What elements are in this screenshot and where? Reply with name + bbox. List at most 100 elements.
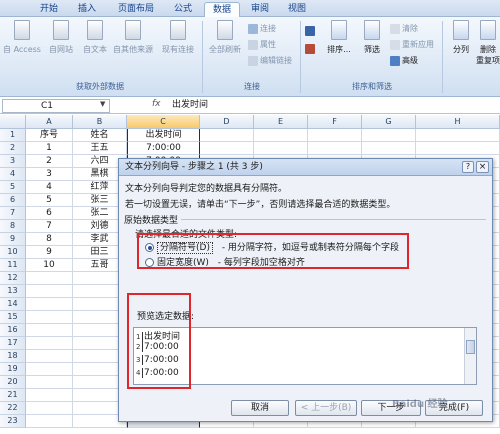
grid-cell[interactable] — [26, 311, 73, 324]
grid-cell[interactable] — [26, 298, 73, 311]
grid-cell[interactable]: 7 — [26, 220, 73, 233]
column-header[interactable]: D — [200, 115, 254, 129]
filter-button[interactable]: 筛选 — [357, 20, 387, 55]
grid-cell[interactable] — [416, 129, 500, 142]
row-header[interactable]: 5 — [0, 181, 26, 194]
grid-cell[interactable] — [362, 129, 416, 142]
grid-cell[interactable] — [416, 142, 500, 155]
row-header[interactable]: 10 — [0, 246, 26, 259]
grid-cell[interactable] — [26, 285, 73, 298]
from-web-button[interactable]: 自网站 — [44, 20, 78, 55]
row-header[interactable]: 16 — [0, 324, 26, 337]
grid-cell[interactable]: 9 — [26, 246, 73, 259]
existing-connections-button[interactable]: 现有连接 — [158, 20, 198, 55]
tab-page-layout[interactable]: 页面布局 — [110, 2, 162, 17]
grid-cell[interactable] — [200, 142, 254, 155]
tab-view[interactable]: 视图 — [282, 2, 312, 17]
formula-input[interactable]: 出发时间 — [172, 99, 208, 111]
row-header[interactable]: 2 — [0, 142, 26, 155]
grid-cell[interactable]: 10 — [26, 259, 73, 272]
scrollbar-thumb[interactable] — [466, 340, 475, 354]
tab-home[interactable]: 开始 — [34, 2, 64, 17]
grid-cell[interactable]: 2 — [26, 155, 73, 168]
row-header[interactable]: 21 — [0, 389, 26, 402]
row-header[interactable]: 8 — [0, 220, 26, 233]
row-header[interactable]: 4 — [0, 168, 26, 181]
sort-az-button[interactable] — [305, 25, 317, 37]
grid-cell[interactable]: 序号 — [26, 129, 73, 142]
grid-cell[interactable] — [26, 415, 73, 428]
sort-button[interactable]: 排序... — [322, 20, 356, 55]
grid-cell[interactable]: 5 — [26, 194, 73, 207]
grid-cell[interactable]: 4 — [26, 181, 73, 194]
grid-cell[interactable]: 8 — [26, 233, 73, 246]
text-to-columns-button[interactable]: 分列 — [447, 20, 475, 55]
row-header[interactable]: 14 — [0, 298, 26, 311]
row-header[interactable]: 15 — [0, 311, 26, 324]
reapply-button[interactable]: 重新应用 — [390, 39, 434, 51]
row-header[interactable]: 20 — [0, 376, 26, 389]
row-header[interactable]: 13 — [0, 285, 26, 298]
column-header[interactable]: B — [73, 115, 127, 129]
grid-cell[interactable] — [26, 402, 73, 415]
clear-button[interactable]: 清除 — [390, 23, 418, 35]
grid-cell[interactable] — [26, 337, 73, 350]
row-header[interactable]: 23 — [0, 415, 26, 428]
from-text-button[interactable]: 自文本 — [80, 20, 110, 55]
row-header[interactable]: 3 — [0, 155, 26, 168]
grid-cell[interactable]: 6 — [26, 207, 73, 220]
close-button[interactable]: × — [476, 161, 489, 173]
grid-cell[interactable]: 出发时间 — [127, 129, 200, 142]
grid-cell[interactable]: 姓名 — [73, 129, 127, 142]
sort-za-button[interactable] — [305, 43, 317, 55]
tab-data[interactable]: 数据 — [204, 2, 240, 17]
select-all-corner[interactable] — [0, 115, 26, 129]
row-header[interactable]: 6 — [0, 194, 26, 207]
grid-cell[interactable] — [26, 389, 73, 402]
connections-button[interactable]: 连接 — [248, 23, 276, 35]
grid-cell[interactable]: 3 — [26, 168, 73, 181]
grid-cell[interactable] — [26, 324, 73, 337]
grid-cell[interactable] — [26, 350, 73, 363]
from-access-button[interactable]: 自 Access — [2, 20, 42, 55]
help-button[interactable]: ? — [462, 161, 474, 173]
row-header[interactable]: 17 — [0, 337, 26, 350]
tab-review[interactable]: 审阅 — [245, 2, 275, 17]
row-header[interactable]: 18 — [0, 350, 26, 363]
grid-cell[interactable] — [362, 142, 416, 155]
row-header[interactable]: 11 — [0, 259, 26, 272]
grid-cell[interactable] — [26, 376, 73, 389]
grid-cell[interactable] — [254, 129, 308, 142]
from-other-sources-button[interactable]: 自其他来源 — [110, 20, 156, 55]
row-header[interactable]: 19 — [0, 363, 26, 376]
column-header[interactable]: F — [308, 115, 362, 129]
column-header[interactable]: A — [26, 115, 73, 129]
cancel-button[interactable]: 取消 — [231, 400, 289, 416]
name-box-dropdown-icon[interactable]: ▼ — [100, 100, 105, 108]
row-header[interactable]: 1 — [0, 129, 26, 142]
refresh-all-button[interactable]: 全部刷新 — [205, 20, 245, 55]
grid-cell[interactable]: 王五 — [73, 142, 127, 155]
tab-formulas[interactable]: 公式 — [168, 2, 198, 17]
name-box[interactable]: C1 — [2, 99, 110, 113]
preview-scrollbar[interactable] — [464, 328, 476, 384]
remove-duplicates-button[interactable]: 删除 重复项 — [476, 20, 500, 66]
tab-insert[interactable]: 插入 — [72, 2, 102, 17]
back-button[interactable]: < 上一步(B) — [295, 400, 357, 416]
properties-button[interactable]: 属性 — [248, 39, 276, 51]
column-header[interactable]: C — [127, 115, 200, 129]
grid-cell[interactable] — [254, 142, 308, 155]
row-header[interactable]: 22 — [0, 402, 26, 415]
advanced-button[interactable]: 高级 — [390, 55, 418, 67]
row-header[interactable]: 7 — [0, 207, 26, 220]
grid-cell[interactable] — [26, 363, 73, 376]
grid-cell[interactable] — [308, 129, 362, 142]
grid-cell[interactable] — [26, 272, 73, 285]
insert-function-icon[interactable]: fx — [152, 99, 161, 109]
grid-cell[interactable]: 1 — [26, 142, 73, 155]
grid-cell[interactable]: 7:00:00 — [127, 142, 200, 155]
column-header[interactable]: E — [254, 115, 308, 129]
column-header[interactable]: H — [416, 115, 500, 129]
column-header[interactable]: G — [362, 115, 416, 129]
row-header[interactable]: 9 — [0, 233, 26, 246]
